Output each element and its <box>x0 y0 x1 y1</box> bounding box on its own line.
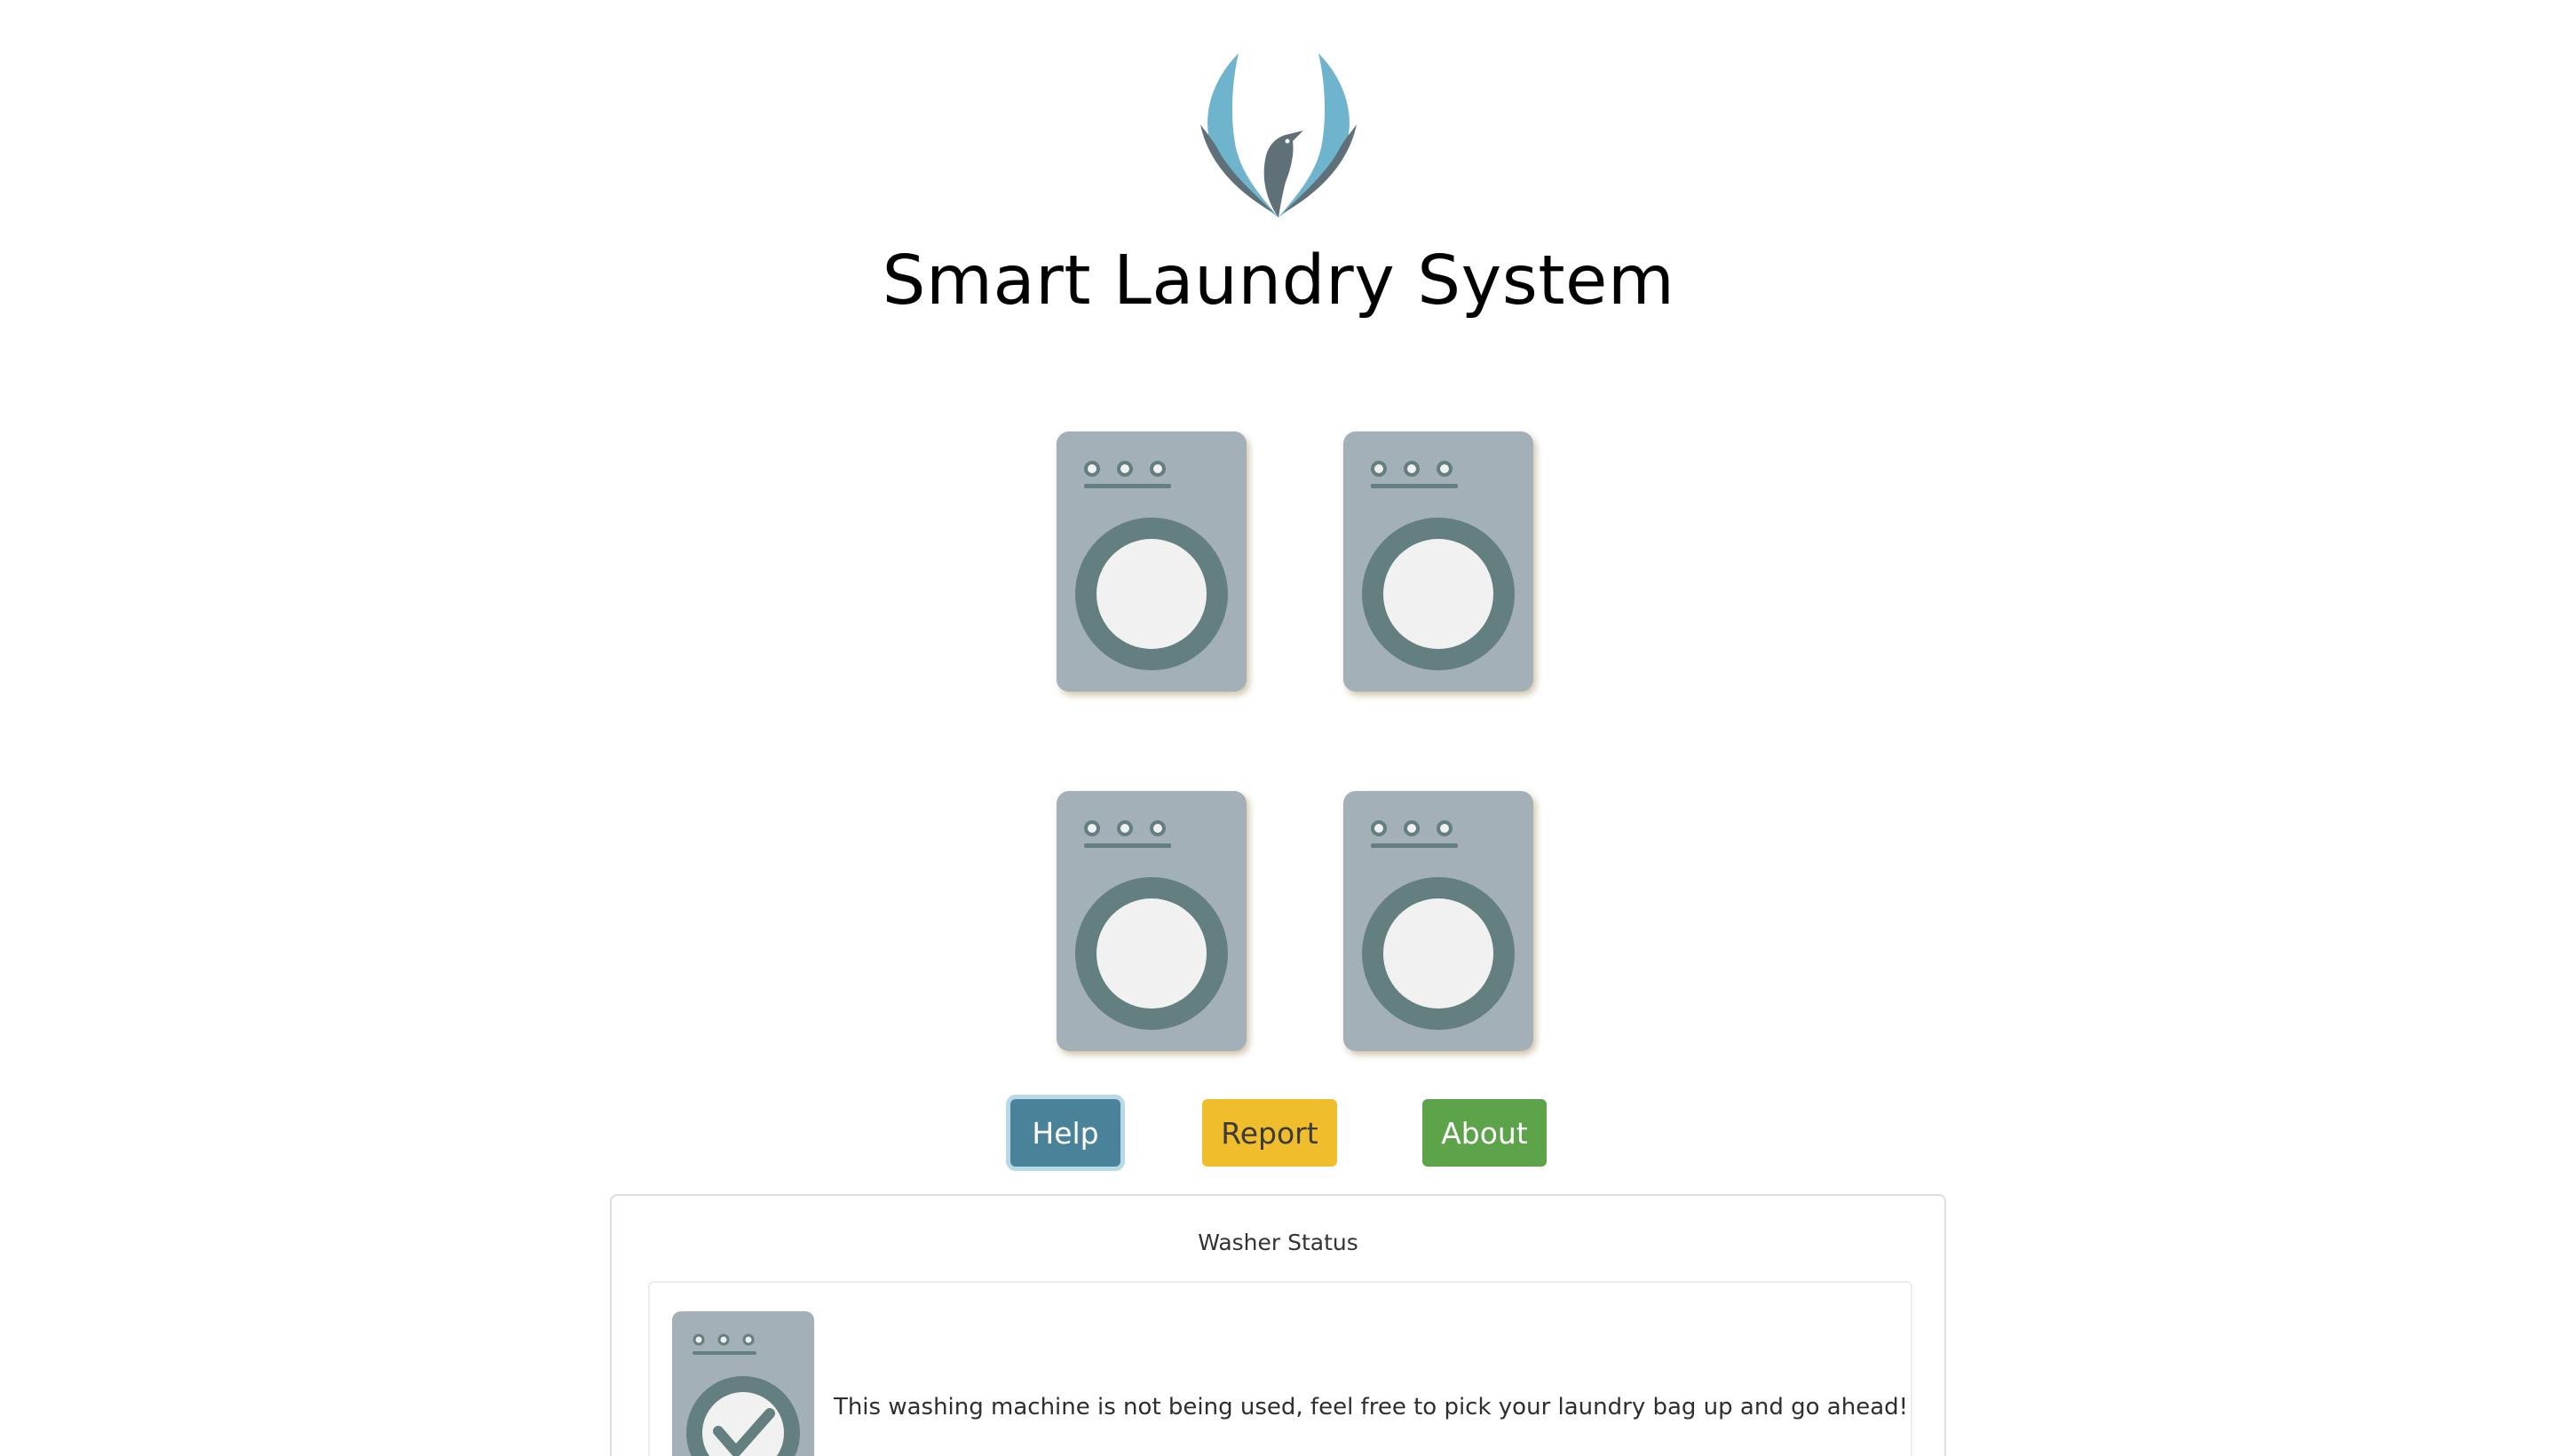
washing-machine-icon <box>1057 431 1247 692</box>
about-button[interactable]: About <box>1422 1099 1547 1167</box>
washing-machine-icon <box>1057 791 1247 1051</box>
washer-status-message: This washing machine is not being used, … <box>833 1394 1909 1420</box>
washer-2[interactable] <box>1343 431 1533 692</box>
washer-3[interactable] <box>1057 791 1247 1051</box>
washer-status-title: Washer Status <box>1198 1230 1358 1255</box>
page: Smart Laundry System Help Report About W… <box>0 0 2557 1456</box>
washer-4[interactable] <box>1343 791 1533 1051</box>
page-title: Smart Laundry System <box>882 241 1675 320</box>
phoenix-logo-icon <box>1190 49 1367 222</box>
washer-status-card: Washer Status This washing machine is no… <box>610 1194 1946 1456</box>
washing-machine-icon <box>1343 431 1533 692</box>
report-button[interactable]: Report <box>1202 1099 1337 1167</box>
washer-status-body: This washing machine is not being used, … <box>648 1281 1912 1456</box>
washer-available-check-icon <box>672 1311 814 1456</box>
washing-machine-icon <box>1343 791 1533 1051</box>
help-button[interactable]: Help <box>1010 1099 1120 1167</box>
washer-1[interactable] <box>1057 431 1247 692</box>
